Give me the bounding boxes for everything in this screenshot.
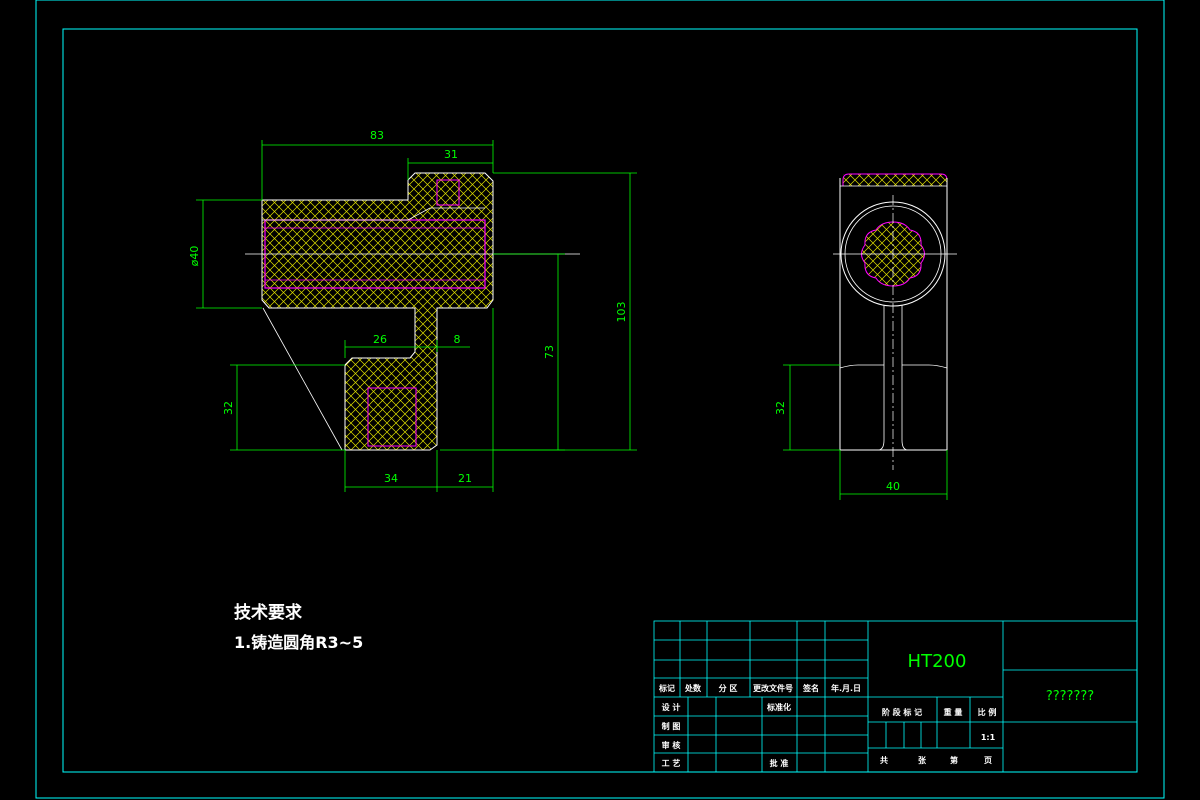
notes-title: 技术要求 [234, 602, 302, 623]
tb-standardize: 标准化 [766, 702, 791, 712]
dim-32-side: 32 [774, 401, 787, 415]
tb-design: 设 计 [662, 702, 681, 712]
tb-signature: 签名 [802, 683, 819, 693]
tb-draw: 制 图 [662, 721, 681, 731]
scale-value: 1:1 [981, 733, 996, 742]
cad-drawing: 83 31 ø40 26 8 73 103 32 34 21 32 40 技术要… [35, 0, 1165, 799]
dim-31: 31 [444, 148, 458, 161]
front-section-hatch [261, 172, 494, 451]
tb-no: 第 [950, 755, 958, 765]
tb-review: 审 核 [662, 740, 681, 750]
tb-total: 共 [880, 755, 888, 765]
dim-40: 40 [886, 480, 900, 493]
drawing-name: ??????? [1046, 689, 1094, 704]
material-text: HT200 [908, 651, 967, 672]
drawing-frame [62, 28, 1138, 773]
tb-count: 处数 [684, 683, 702, 693]
tb-mark: 标记 [658, 683, 675, 693]
dim-73: 73 [543, 345, 556, 359]
tb-process: 工 艺 [662, 758, 681, 768]
sheet-outer-border [35, 0, 1165, 799]
tb-change-doc: 更改文件号 [753, 683, 793, 693]
tb-page: 页 [984, 756, 992, 765]
dim-103: 103 [615, 302, 628, 323]
dim-34: 34 [384, 472, 398, 485]
tb-approve: 批 准 [770, 758, 789, 768]
tb-date: 年.月.日 [831, 683, 861, 693]
dim-83: 83 [370, 129, 384, 142]
side-view [833, 173, 957, 470]
tb-ratio: 比 例 [978, 707, 997, 717]
tb-sheets: 张 [918, 756, 927, 765]
dim-32-front: 32 [222, 401, 235, 415]
front-view [245, 172, 580, 451]
dim-8: 8 [454, 333, 461, 346]
dim-26: 26 [373, 333, 387, 346]
side-dimensions [783, 364, 948, 500]
tb-weight: 重 量 [944, 707, 963, 717]
dim-dia40: ø40 [188, 246, 201, 267]
notes-item-1: 1.铸造圆角R3~5 [234, 633, 363, 652]
tb-zone: 分 区 [719, 683, 738, 693]
tb-stage-mark: 阶 段 标 记 [882, 707, 922, 717]
dim-21: 21 [458, 472, 472, 485]
